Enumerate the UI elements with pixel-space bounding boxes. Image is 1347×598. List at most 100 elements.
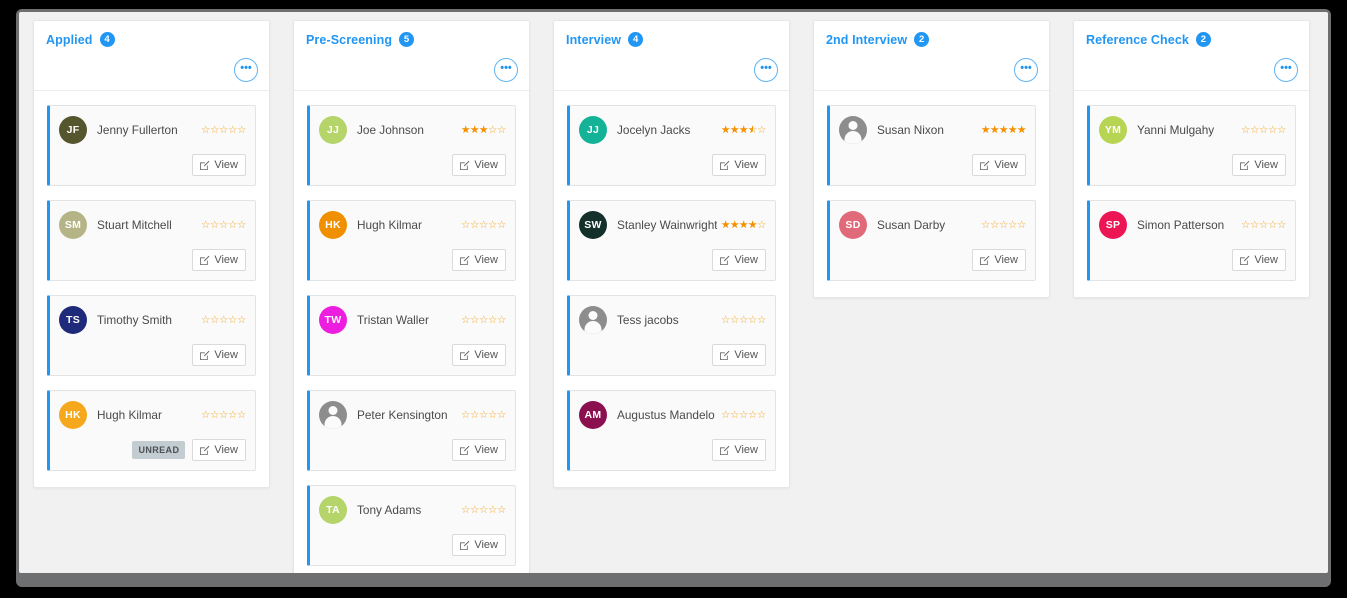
view-button[interactable]: View <box>192 439 246 461</box>
star-icon[interactable]: ☆ <box>1008 220 1017 231</box>
star-icon[interactable]: ☆ <box>488 505 497 516</box>
rating-stars[interactable]: ☆☆☆☆☆ <box>1241 125 1286 136</box>
rating-stars[interactable]: ☆★☆★☆★☆★☆ <box>721 220 766 231</box>
view-button[interactable]: View <box>972 154 1026 176</box>
star-icon[interactable]: ☆ <box>748 315 757 326</box>
star-icon[interactable]: ☆ <box>470 220 479 231</box>
rating-stars[interactable]: ☆☆☆☆☆ <box>461 220 506 231</box>
candidate-card[interactable]: HK Hugh Kilmar ☆☆☆☆☆ UNREAD View <box>47 390 256 471</box>
star-icon[interactable]: ☆ <box>210 125 219 136</box>
candidate-card[interactable]: JF Jenny Fullerton ☆☆☆☆☆ View <box>47 105 256 186</box>
candidate-card[interactable]: TA Tony Adams ☆☆☆☆☆ View <box>307 485 516 566</box>
star-icon[interactable]: ☆★ <box>990 125 999 136</box>
candidate-card[interactable]: JJ Joe Johnson ☆ ★ ☆ ★ ☆ ★ ☆☆ View <box>307 105 516 186</box>
star-icon[interactable]: ☆ <box>739 410 748 421</box>
star-icon[interactable]: ☆ <box>201 220 210 231</box>
star-icon[interactable]: ☆ <box>757 220 766 231</box>
star-icon[interactable]: ☆ <box>461 220 470 231</box>
view-button[interactable]: View <box>1232 249 1286 271</box>
star-icon[interactable]: ☆ <box>1259 125 1268 136</box>
view-button[interactable]: View <box>712 249 766 271</box>
rating-stars[interactable]: ☆☆☆☆☆ <box>461 505 506 516</box>
star-icon[interactable]: ☆ <box>757 315 766 326</box>
view-button[interactable]: View <box>452 439 506 461</box>
candidate-card[interactable]: JJJocelyn Jacks☆★☆★☆★☆★☆View <box>567 105 776 186</box>
star-icon[interactable]: ☆ <box>757 410 766 421</box>
star-icon[interactable]: ☆ <box>219 220 228 231</box>
star-icon[interactable]: ☆ <box>219 125 228 136</box>
star-icon[interactable]: ☆ <box>981 220 990 231</box>
star-icon[interactable]: ☆ <box>1268 220 1277 231</box>
candidate-card[interactable]: Tess jacobs ☆☆☆☆☆ View <box>567 295 776 376</box>
view-button[interactable]: View <box>192 154 246 176</box>
star-icon[interactable]: ☆ <box>721 315 730 326</box>
star-icon[interactable]: ☆ <box>228 125 237 136</box>
star-icon[interactable]: ☆ <box>479 220 488 231</box>
candidate-card[interactable]: HK Hugh Kilmar ☆☆☆☆☆ View <box>307 200 516 281</box>
star-icon[interactable]: ☆ <box>219 410 228 421</box>
candidate-card[interactable]: SP Simon Patterson ☆☆☆☆☆ View <box>1087 200 1296 281</box>
star-icon[interactable]: ☆★ <box>461 125 470 136</box>
star-icon[interactable]: ☆★ <box>999 125 1008 136</box>
star-icon[interactable]: ☆ <box>488 410 497 421</box>
star-icon[interactable]: ☆★ <box>470 125 479 136</box>
candidate-card[interactable]: Peter Kensington ☆☆☆☆☆ View <box>307 390 516 471</box>
star-icon[interactable]: ☆ <box>497 315 506 326</box>
view-button[interactable]: View <box>972 249 1026 271</box>
star-icon[interactable]: ☆ <box>479 505 488 516</box>
star-icon[interactable]: ☆ <box>1017 220 1026 231</box>
column-menu-button[interactable]: ••• <box>234 58 258 82</box>
star-icon[interactable]: ☆ <box>461 505 470 516</box>
star-icon[interactable]: ☆ <box>470 505 479 516</box>
candidate-card[interactable]: SW Stanley Wainwright ☆ ★ ☆ ★ ☆ ★ ☆ ★ ☆ View <box>567 200 776 281</box>
candidate-card[interactable]: TW Tristan Waller ☆☆☆☆☆ View <box>307 295 516 376</box>
star-icon[interactable]: ☆ <box>470 410 479 421</box>
view-button[interactable]: View <box>712 439 766 461</box>
star-icon[interactable]: ☆★ <box>721 220 730 231</box>
star-icon[interactable]: ☆ <box>237 410 246 421</box>
star-icon[interactable]: ☆ <box>1241 220 1250 231</box>
column-menu-button[interactable]: ••• <box>754 58 778 82</box>
candidate-card[interactable]: SD Susan Darby ☆☆☆☆☆ View <box>827 200 1036 281</box>
star-icon[interactable]: ☆ <box>201 410 210 421</box>
star-icon[interactable]: ☆ <box>488 315 497 326</box>
star-icon[interactable]: ☆ <box>1268 125 1277 136</box>
star-icon[interactable]: ☆★ <box>739 220 748 231</box>
star-icon[interactable]: ☆ <box>1259 220 1268 231</box>
star-icon[interactable]: ☆ <box>470 315 479 326</box>
star-icon[interactable]: ☆ <box>210 220 219 231</box>
star-icon[interactable]: ☆ <box>201 125 210 136</box>
star-icon[interactable]: ☆ <box>210 410 219 421</box>
star-icon[interactable]: ☆ <box>990 220 999 231</box>
star-icon[interactable]: ☆ <box>1250 125 1259 136</box>
rating-stars[interactable]: ☆☆☆☆☆ <box>201 410 246 421</box>
star-icon[interactable]: ☆ <box>730 410 739 421</box>
star-icon[interactable]: ☆ <box>237 220 246 231</box>
candidate-card[interactable]: YM Yanni Mulgahy ☆☆☆☆☆ View <box>1087 105 1296 186</box>
star-icon[interactable]: ☆ <box>461 410 470 421</box>
star-icon[interactable]: ☆ <box>228 410 237 421</box>
view-button[interactable]: View <box>712 154 766 176</box>
star-icon[interactable]: ☆ <box>739 315 748 326</box>
star-icon[interactable]: ☆ <box>237 315 246 326</box>
star-icon[interactable]: ☆★ <box>1008 125 1017 136</box>
star-icon[interactable]: ☆★ <box>748 220 757 231</box>
star-icon[interactable]: ☆ <box>721 410 730 421</box>
star-icon[interactable]: ☆★ <box>748 125 757 136</box>
rating-stars[interactable]: ☆☆☆☆☆ <box>1241 220 1286 231</box>
rating-stars[interactable]: ☆☆☆☆☆ <box>461 315 506 326</box>
rating-stars[interactable]: ☆☆☆☆☆ <box>721 315 766 326</box>
star-icon[interactable]: ☆ <box>748 410 757 421</box>
view-button[interactable]: View <box>1232 154 1286 176</box>
star-icon[interactable]: ☆ <box>201 315 210 326</box>
view-button[interactable]: View <box>452 534 506 556</box>
rating-stars[interactable]: ☆ ★ ☆ ★ ☆ ★ ☆☆ <box>461 125 506 136</box>
star-icon[interactable]: ☆ <box>757 125 766 136</box>
star-icon[interactable]: ☆★ <box>739 125 748 136</box>
star-icon[interactable]: ☆★ <box>730 220 739 231</box>
star-icon[interactable]: ☆ <box>497 410 506 421</box>
view-button[interactable]: View <box>452 249 506 271</box>
candidate-card[interactable]: SM Stuart Mitchell ☆☆☆☆☆ View <box>47 200 256 281</box>
star-icon[interactable]: ☆ <box>730 315 739 326</box>
candidate-card[interactable]: AM Augustus Mandelo ☆☆☆☆☆ View <box>567 390 776 471</box>
